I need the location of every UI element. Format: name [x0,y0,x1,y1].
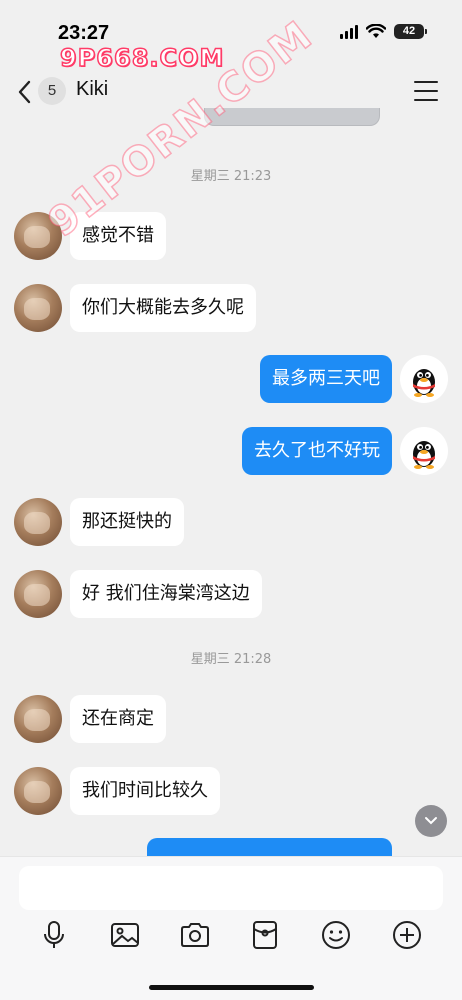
contact-avatar[interactable] [14,284,62,332]
camera-icon[interactable] [179,919,211,951]
red-packet-icon[interactable] [249,919,281,951]
message-input[interactable] [19,866,443,910]
status-icons: 42 [340,24,427,39]
cellular-signal-icon [340,24,358,39]
message-bubble-incoming[interactable]: 你们大概能去多久呢 [70,284,256,332]
wifi-icon [366,24,386,38]
status-time: 23:27 [58,22,110,44]
time-divider: 星期三 21:28 [190,652,272,667]
status-bar: 23:27 42 [0,0,462,48]
scroll-to-bottom-button[interactable] [415,805,447,837]
composer-toolbar [0,919,462,955]
message-bubble-outgoing[interactable]: 去久了也不好玩 [242,427,392,475]
contact-avatar[interactable] [14,212,62,260]
unread-count-badge[interactable]: 5 [38,77,66,105]
plus-icon[interactable] [391,919,423,951]
contact-avatar[interactable] [14,767,62,815]
contact-name: Kiki [76,78,109,100]
time-divider: 星期三 21:23 [190,169,272,184]
image-icon[interactable] [109,919,141,951]
contact-avatar[interactable] [14,695,62,743]
emoji-icon[interactable] [320,919,352,951]
watermark-top: 9P668.COM [59,43,225,73]
message-bubble-incoming[interactable]: 那还挺快的 [70,498,184,546]
home-indicator[interactable] [149,985,314,990]
qq-penguin-avatar-icon[interactable] [400,355,448,403]
chevron-down-icon [425,817,437,825]
image-message-partial[interactable] [204,108,380,126]
message-bubble-incoming[interactable]: 好 我们住海棠湾这边 [70,570,262,618]
back-chevron-icon[interactable] [14,76,36,108]
microphone-icon[interactable] [38,919,70,951]
message-bubble-incoming[interactable]: 还在商定 [70,695,166,743]
message-bubble-incoming[interactable]: 我们时间比较久 [70,767,220,815]
message-bubble-outgoing[interactable]: 最多两三天吧 [260,355,392,403]
contact-avatar[interactable] [14,570,62,618]
battery-icon: 42 [394,24,427,39]
composer-panel [0,856,462,1000]
qq-penguin-avatar-icon[interactable] [400,427,448,475]
menu-icon[interactable] [414,81,438,103]
contact-avatar[interactable] [14,498,62,546]
message-bubble-incoming[interactable]: 感觉不错 [70,212,166,260]
